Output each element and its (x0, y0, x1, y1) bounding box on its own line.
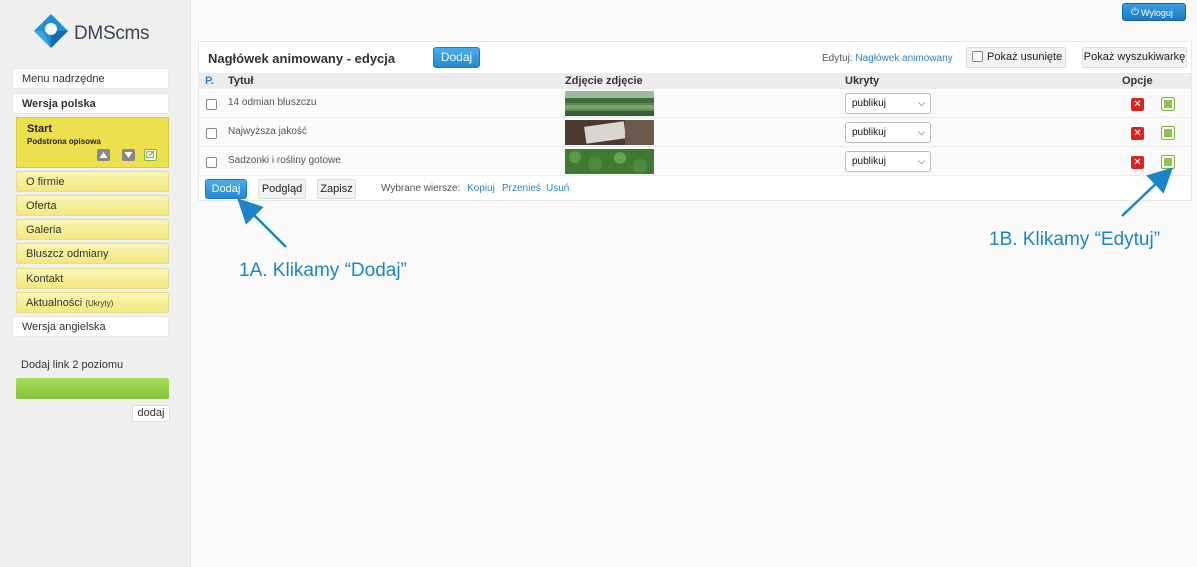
arrow-a (237, 198, 287, 248)
annotation-b: 1B. Klikamy “Edytuj” (989, 229, 1161, 250)
arrow-b (1121, 167, 1174, 217)
annotation-arrows (237, 167, 1174, 248)
annotation-a: 1A. Klikamy “Dodaj” (239, 260, 407, 281)
